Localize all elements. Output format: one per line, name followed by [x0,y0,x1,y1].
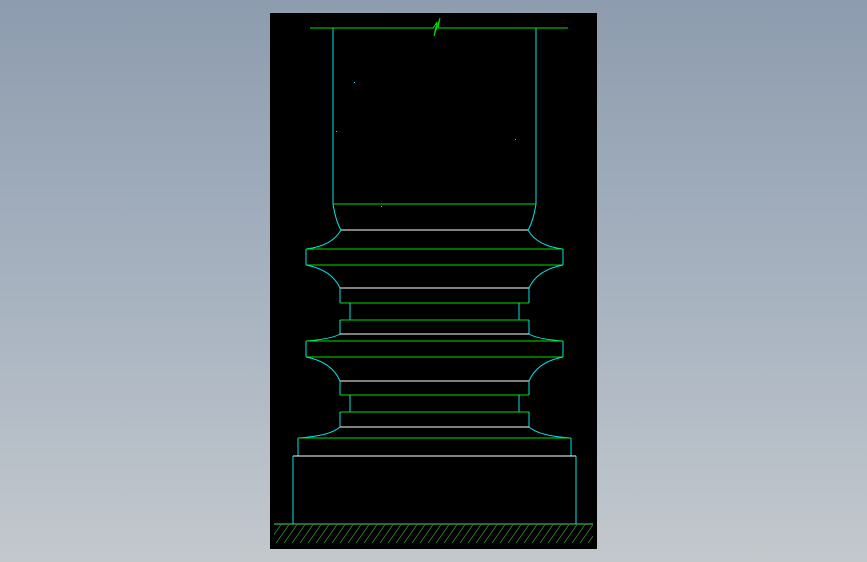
cad-viewport[interactable] [0,0,867,562]
ground-hatch [274,523,593,543]
drawing-canvas[interactable] [270,13,597,549]
